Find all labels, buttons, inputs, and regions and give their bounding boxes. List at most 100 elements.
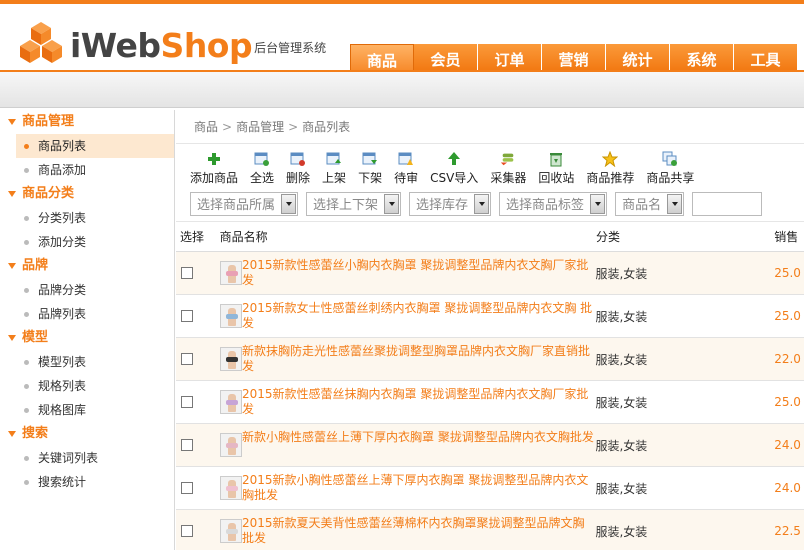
logo-suffix: Shop xyxy=(160,26,253,65)
product-thumbnail[interactable] xyxy=(220,347,242,371)
product-thumbnail[interactable] xyxy=(220,433,242,457)
product-price: 25.0 xyxy=(774,395,801,409)
toolbar-button-label: 上架 xyxy=(322,171,347,185)
product-category: 服装,女装 xyxy=(595,309,648,324)
row-checkbox[interactable] xyxy=(181,353,193,365)
sidebar-item-label: 规格列表 xyxy=(38,379,87,393)
product-garment xyxy=(226,486,238,491)
row-checkbox[interactable] xyxy=(181,310,193,322)
sidebar-group-header[interactable]: 搜索 xyxy=(0,422,174,446)
main-content: 商品 > 商品管理 > 商品列表 添加商品 全选 删除 上架 下架 待审 CSV导入 采集器 回收站 商品… xyxy=(176,110,804,550)
filter-bar: 选择商品所属 选择上下架 选择库存 选择商品标签 商品名 xyxy=(176,186,804,222)
product-price: 22.5 xyxy=(774,524,801,538)
sidebar-group-header[interactable]: 模型 xyxy=(0,326,174,350)
product-thumbnail[interactable] xyxy=(220,476,242,500)
product-thumbnail[interactable] xyxy=(220,390,242,414)
table-row: 2015新款小胸性感蕾丝上薄下厚内衣胸罩 聚拢调整型品牌内衣文胸批发 服装,女装 2… xyxy=(176,467,804,510)
toolbar-button-label: 添加商品 xyxy=(190,171,239,185)
row-checkbox[interactable] xyxy=(181,267,193,279)
sidebar-group-header[interactable]: 商品管理 xyxy=(0,110,174,134)
sidebar-item[interactable]: 品牌分类 xyxy=(16,278,174,302)
logo-text: iWebShop xyxy=(70,26,253,66)
toolbar-button[interactable]: 全选 xyxy=(250,151,274,186)
sidebar-group-header[interactable]: 品牌 xyxy=(0,254,174,278)
product-price: 25.0 xyxy=(774,309,801,323)
sidebar-item[interactable]: 商品列表 xyxy=(16,134,174,158)
sidebar-group: 品牌品牌分类品牌列表 xyxy=(0,254,174,326)
sidebar-item[interactable]: 分类列表 xyxy=(16,206,174,230)
product-name-link[interactable]: 2015新款女士性感蕾丝刺绣内衣胸罩 聚拢调整型品牌内衣文胸 批发 xyxy=(242,301,595,331)
toolbar-button[interactable]: 商品推荐 xyxy=(586,151,634,186)
product-name-link[interactable]: 2015新款性感蕾丝小胸内衣胸罩 聚拢调整型品牌内衣文胸厂家批发 xyxy=(242,258,595,288)
product-category: 服装,女装 xyxy=(595,524,648,539)
row-checkbox[interactable] xyxy=(181,482,193,494)
toolbar-button-label: 下架 xyxy=(358,171,383,185)
sidebar-group-header[interactable]: 商品分类 xyxy=(0,182,174,206)
breadcrumb-item[interactable]: 商品管理 xyxy=(236,120,284,134)
filter-select[interactable]: 选择商品标签 xyxy=(499,191,608,216)
product-price: 24.0 xyxy=(774,481,801,495)
product-thumbnail[interactable] xyxy=(220,304,242,328)
bullet-icon xyxy=(24,143,29,149)
toolbar-button[interactable]: 回收站 xyxy=(538,151,574,186)
sidebar-item[interactable]: 规格列表 xyxy=(16,374,174,398)
product-thumbnail[interactable] xyxy=(220,261,242,285)
sidebar-item[interactable]: 搜索统计 xyxy=(16,470,174,494)
chevron-down-icon xyxy=(474,193,490,214)
toolbar: 添加商品 全选 删除 上架 下架 待审 CSV导入 采集器 回收站 商品推荐 商品共享 xyxy=(176,144,804,186)
product-name-link[interactable]: 新款小胸性感蕾丝上薄下厚内衣胸罩 聚拢调整型品牌内衣文胸批发 xyxy=(242,430,595,460)
sidebar-group: 模型 模型列表规格列表规格图库 xyxy=(0,326,174,422)
toolbar-button[interactable]: 待审 xyxy=(394,151,418,186)
product-name-link[interactable]: 2015新款小胸性感蕾丝上薄下厚内衣胸罩 聚拢调整型品牌内衣文胸批发 xyxy=(242,473,595,503)
table-row: 2015新款性感蕾丝小胸内衣胸罩 聚拢调整型品牌内衣文胸厂家批发 服装,女装 25.… xyxy=(176,252,804,295)
toolbar-button[interactable]: CSV导入 xyxy=(430,151,478,186)
filter-select[interactable]: 选择库存 xyxy=(409,191,492,216)
chevron-down-icon xyxy=(590,193,606,214)
product-garment xyxy=(226,400,238,405)
toolbar-button-label: 全选 xyxy=(250,171,275,185)
sidebar-item[interactable]: 品牌列表 xyxy=(16,302,174,326)
toolbar-button-label: 待审 xyxy=(394,171,419,185)
filter-select[interactable]: 选择商品所属 xyxy=(190,191,299,216)
product-name-link[interactable]: 2015新款性感蕾丝抹胸内衣胸罩 聚拢调整型品牌内衣文胸厂家批发 xyxy=(242,387,595,417)
sidebar: 商品管理 商品列表 商品添加 商品分类 分类列表 添加分类品牌品牌分类品牌列表模型 模型列表… xyxy=(0,110,175,550)
share-icon xyxy=(662,151,678,167)
bullet-icon xyxy=(24,215,29,221)
star-icon xyxy=(602,151,619,167)
sidebar-item-label: 品牌列表 xyxy=(38,307,87,321)
product-garment xyxy=(226,443,238,448)
plus-icon xyxy=(206,151,222,167)
chevron-down-icon xyxy=(281,193,297,214)
toolbar-button[interactable]: 商品共享 xyxy=(646,151,694,186)
search-input[interactable] xyxy=(692,191,763,216)
sidebar-item[interactable]: 商品添加 xyxy=(16,158,174,182)
product-name-link[interactable]: 2015新款夏天美背性感蕾丝薄棉杯内衣胸罩聚拢调整型品牌文胸批发 xyxy=(242,516,595,546)
toolbar-button-label: 商品共享 xyxy=(646,171,695,185)
product-category: 服装,女装 xyxy=(595,352,648,367)
toolbar-button[interactable]: 删除 xyxy=(286,151,310,186)
product-name-link[interactable]: 新款抹胸防走光性感蕾丝聚拢调整型胸罩品牌内衣文胸厂家直销批发 xyxy=(242,344,595,374)
logo[interactable]: iWebShop 后台管理系统 xyxy=(18,16,326,66)
pending-icon xyxy=(398,151,414,167)
sidebar-item[interactable]: 规格图库 xyxy=(16,398,174,422)
bullet-icon xyxy=(24,383,29,389)
sidebar-group-title: 品牌 xyxy=(22,258,49,273)
sidebar-item[interactable]: 添加分类 xyxy=(16,230,174,254)
table-row: 新款小胸性感蕾丝上薄下厚内衣胸罩 聚拢调整型品牌内衣文胸批发 服装,女装 24.0 xyxy=(176,424,804,467)
row-checkbox[interactable] xyxy=(181,525,193,537)
filter-select[interactable]: 商品名 xyxy=(615,191,685,216)
breadcrumb-item[interactable]: 商品 xyxy=(194,120,218,134)
row-checkbox[interactable] xyxy=(181,396,193,408)
product-category: 服装,女装 xyxy=(595,481,648,496)
filter-select[interactable]: 选择上下架 xyxy=(306,191,402,216)
bullet-icon xyxy=(24,311,29,317)
product-thumbnail[interactable] xyxy=(220,519,242,543)
toolbar-button[interactable]: 上架 xyxy=(322,151,346,186)
row-checkbox[interactable] xyxy=(181,439,193,451)
sidebar-item[interactable]: 模型列表 xyxy=(16,350,174,374)
sidebar-item[interactable]: 关键词列表 xyxy=(16,446,174,470)
toolbar-button[interactable]: 添加商品 xyxy=(190,151,238,186)
toolbar-button[interactable]: 下架 xyxy=(358,151,382,186)
toolbar-button[interactable]: 采集器 xyxy=(490,151,526,186)
breadcrumb-item[interactable]: 商品列表 xyxy=(302,120,350,134)
